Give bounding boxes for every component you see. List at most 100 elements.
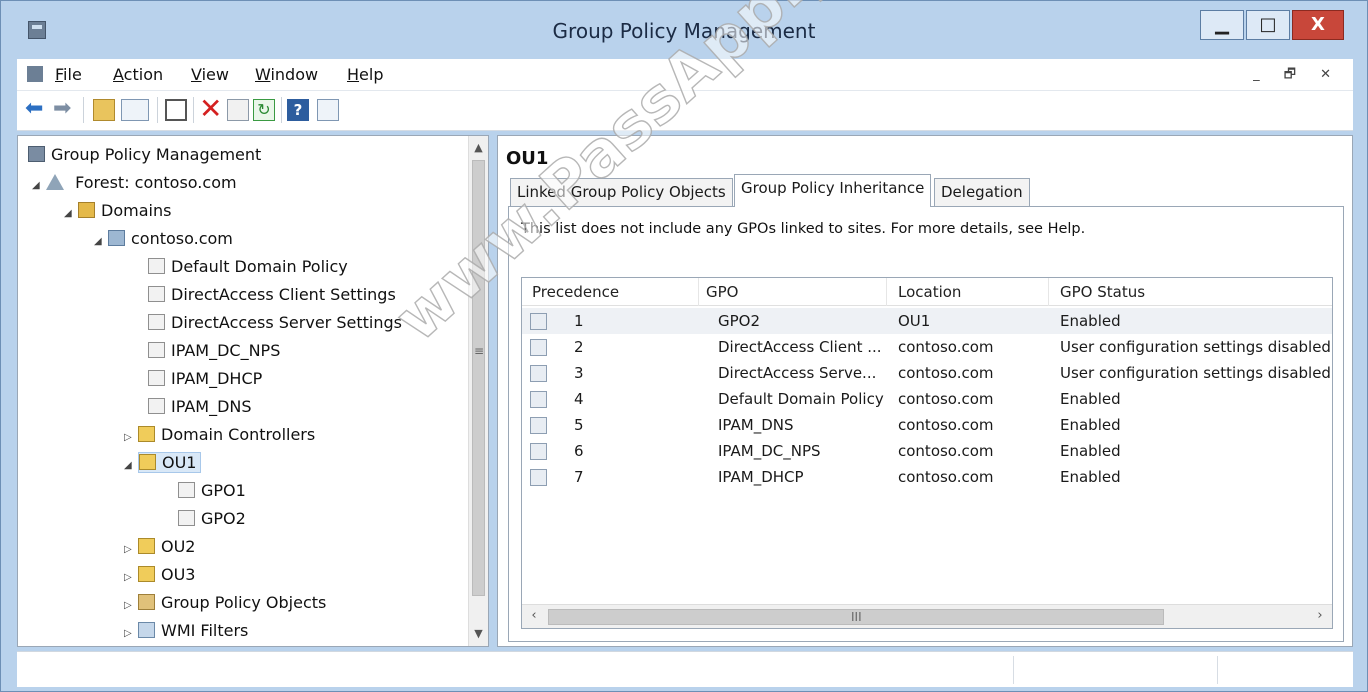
status-bar	[17, 651, 1353, 687]
ou-icon	[138, 566, 155, 582]
tree-item-gpo-link[interactable]: DirectAccess Server Settings	[148, 310, 402, 336]
wmi-filter-icon	[138, 622, 155, 638]
table-row[interactable]: 7 IPAM_DHCP contoso.com Enabled	[522, 464, 1332, 490]
menu-window[interactable]: Window	[255, 65, 318, 84]
tree-item-gpo-link[interactable]: GPO2	[178, 506, 246, 532]
tab-group-policy-inheritance[interactable]: Group Policy Inheritance	[734, 174, 932, 207]
gpo-link-icon	[178, 510, 195, 526]
column-header-precedence[interactable]: Precedence	[532, 283, 619, 301]
gpo-icon	[530, 339, 547, 356]
column-divider[interactable]	[698, 278, 699, 306]
column-divider[interactable]	[886, 278, 887, 306]
tree-item-domain-controllers[interactable]: ▷ Domain Controllers	[124, 422, 315, 448]
tree-item-gpo-link[interactable]: IPAM_DC_NPS	[148, 338, 280, 364]
tree-item-gpo-link[interactable]: Default Domain Policy	[148, 254, 348, 280]
table-row[interactable]: 2 DirectAccess Client ... contoso.com Us…	[522, 334, 1332, 360]
mdi-window-controls[interactable]: _ 🗗 ✕	[1253, 65, 1341, 87]
tree-item-forest[interactable]: ◢ Forest: contoso.com	[32, 170, 237, 196]
tree-item-domain[interactable]: ◢ contoso.com	[94, 226, 233, 252]
details-pane: OU1 Linked Group Policy Objects Group Po…	[497, 135, 1353, 647]
forest-icon	[46, 174, 64, 190]
tree-item-ou2[interactable]: ▷ OU2	[124, 534, 195, 560]
gpm-window: Group Policy Management ▁ □ X File Actio…	[0, 0, 1368, 692]
up-one-level-icon[interactable]	[93, 99, 115, 121]
scrollbar-thumb[interactable]: III	[548, 609, 1164, 625]
properties-icon[interactable]	[227, 99, 249, 121]
expanded-arrow-icon[interactable]: ◢	[64, 201, 78, 227]
scrollbar-thumb[interactable]	[472, 160, 485, 596]
toolbar-separator	[193, 97, 194, 123]
tree-item-domains[interactable]: ◢ Domains	[64, 198, 171, 224]
table-row[interactable]: 6 IPAM_DC_NPS contoso.com Enabled	[522, 438, 1332, 464]
tree-item-gpo-link[interactable]: GPO1	[178, 478, 246, 504]
table-row[interactable]: 1 GPO2 OU1 Enabled	[522, 308, 1332, 334]
tab-linked-gpos[interactable]: Linked Group Policy Objects	[510, 178, 733, 206]
console-tree: Group Policy Management ◢ Forest: contos…	[17, 135, 489, 647]
gpo-icon	[530, 365, 547, 382]
status-panel	[1217, 656, 1353, 684]
gpo-link-icon	[148, 398, 165, 414]
table-row[interactable]: 4 Default Domain Policy contoso.com Enab…	[522, 386, 1332, 412]
collapsed-arrow-icon[interactable]: ▷	[124, 593, 138, 619]
toolbar-separator	[281, 97, 282, 123]
grip-icon: ≡	[474, 344, 485, 358]
refresh-icon[interactable]: ↻	[253, 99, 275, 121]
back-arrow-icon[interactable]: ⬅	[25, 98, 47, 121]
delete-icon[interactable]: ✕	[199, 95, 222, 123]
menu-view[interactable]: View	[191, 65, 229, 84]
tree-item-ou1[interactable]: ◢ OU1	[124, 450, 202, 479]
scroll-up-icon[interactable]: ▲	[469, 138, 488, 158]
collapsed-arrow-icon[interactable]: ▷	[124, 565, 138, 591]
expanded-arrow-icon[interactable]: ◢	[94, 229, 108, 255]
tree-item-wmi-filters[interactable]: ▷ WMI Filters	[124, 618, 248, 644]
help-icon[interactable]: ?	[287, 99, 309, 121]
maximize-button[interactable]: □	[1246, 10, 1290, 40]
collapsed-arrow-icon[interactable]: ▷	[124, 425, 138, 451]
column-header-gpo[interactable]: GPO	[706, 283, 738, 301]
tab-delegation[interactable]: Delegation	[934, 178, 1030, 206]
table-row[interactable]: 3 DirectAccess Serve... contoso.com User…	[522, 360, 1332, 386]
scroll-left-icon[interactable]: ‹	[524, 605, 544, 628]
column-divider[interactable]	[1048, 278, 1049, 306]
toolbar-separator	[83, 97, 84, 123]
close-button[interactable]: X	[1292, 10, 1344, 40]
column-header-location[interactable]: Location	[898, 283, 961, 301]
tree-item-gpo-link[interactable]: DirectAccess Client Settings	[148, 282, 396, 308]
info-text: This list does not include any GPOs link…	[521, 221, 1086, 237]
menu-help[interactable]: Help	[347, 65, 383, 84]
details-title: OU1	[506, 148, 549, 169]
gpo-link-icon	[148, 286, 165, 302]
tree-item-gpm-root[interactable]: Group Policy Management	[28, 142, 261, 168]
forward-arrow-icon[interactable]: ➡	[53, 98, 75, 121]
system-menu-icon[interactable]	[27, 66, 43, 82]
gpo-link-icon	[178, 482, 195, 498]
menu-file[interactable]: File	[55, 65, 82, 84]
gpo-link-icon	[148, 314, 165, 330]
tree-item-ou3[interactable]: ▷ OU3	[124, 562, 195, 588]
gpo-icon	[530, 417, 547, 434]
expanded-arrow-icon[interactable]: ◢	[124, 453, 138, 479]
collapsed-arrow-icon[interactable]: ▷	[124, 537, 138, 563]
show-hide-console-tree-icon[interactable]	[121, 99, 149, 121]
menu-action[interactable]: Action	[113, 65, 163, 84]
minimize-button[interactable]: ▁	[1200, 10, 1244, 40]
show-action-pane-icon[interactable]	[317, 99, 339, 121]
tree-vertical-scrollbar[interactable]: ▲ ≡ ▼	[468, 136, 488, 646]
list-header: Precedence GPO Location GPO Status	[522, 278, 1332, 306]
gpo-container-icon	[138, 594, 155, 610]
expanded-arrow-icon[interactable]: ◢	[32, 173, 46, 199]
tree-item-gpo-link[interactable]: IPAM_DHCP	[148, 366, 262, 392]
table-row[interactable]: 5 IPAM_DNS contoso.com Enabled	[522, 412, 1332, 438]
selected-node[interactable]: OU1	[138, 452, 202, 473]
clipboard-icon[interactable]	[165, 99, 187, 121]
scroll-right-icon[interactable]: ›	[1310, 605, 1330, 628]
collapsed-arrow-icon[interactable]: ▷	[124, 621, 138, 647]
inheritance-panel: This list does not include any GPOs link…	[508, 206, 1344, 642]
scroll-down-icon[interactable]: ▼	[469, 624, 488, 644]
list-horizontal-scrollbar[interactable]: ‹ III ›	[522, 604, 1332, 628]
tree-item-group-policy-objects[interactable]: ▷ Group Policy Objects	[124, 590, 326, 616]
gpo-icon	[530, 391, 547, 408]
title-bar[interactable]: Group Policy Management ▁ □ X	[1, 1, 1367, 59]
column-header-gpo-status[interactable]: GPO Status	[1060, 283, 1145, 301]
tree-item-gpo-link[interactable]: IPAM_DNS	[148, 394, 252, 420]
